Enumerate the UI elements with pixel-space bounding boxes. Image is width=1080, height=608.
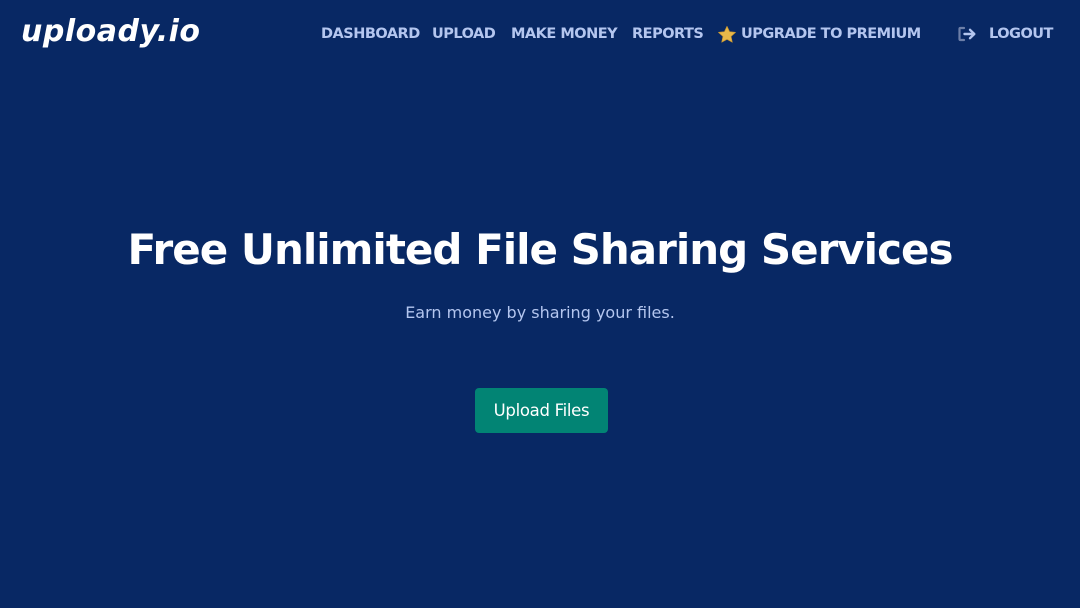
- hero-title: Free Unlimited File Sharing Services: [127, 225, 954, 274]
- nav-dashboard[interactable]: DASHBOARD: [321, 22, 420, 46]
- nav-reports-label: REPORTS: [632, 26, 704, 42]
- nav-upload-label: UPLOAD: [432, 26, 496, 42]
- logo[interactable]: uploady.io: [21, 12, 201, 52]
- nav-upgrade-premium-label: UPGRADE TO PREMIUM: [741, 26, 921, 42]
- navbar: uploady.io DASHBOARD UPLOAD MAKE MONEY R…: [0, 0, 1080, 66]
- hero-subtitle: Earn money by sharing your files.: [405, 303, 675, 322]
- nav-logout[interactable]: LOGOUT: [957, 22, 1053, 46]
- nav-reports[interactable]: REPORTS: [632, 22, 704, 46]
- nav-upgrade-premium[interactable]: UPGRADE TO PREMIUM: [717, 22, 921, 46]
- star-icon: [717, 25, 737, 44]
- nav-make-money-label: MAKE MONEY: [511, 26, 618, 42]
- nav-upload[interactable]: UPLOAD: [432, 22, 496, 46]
- logout-icon: [957, 25, 977, 43]
- upload-files-button[interactable]: Upload Files: [475, 388, 608, 433]
- nav-logout-label: LOGOUT: [989, 26, 1053, 42]
- nav-dashboard-label: DASHBOARD: [321, 26, 420, 42]
- nav-make-money[interactable]: MAKE MONEY: [511, 22, 618, 46]
